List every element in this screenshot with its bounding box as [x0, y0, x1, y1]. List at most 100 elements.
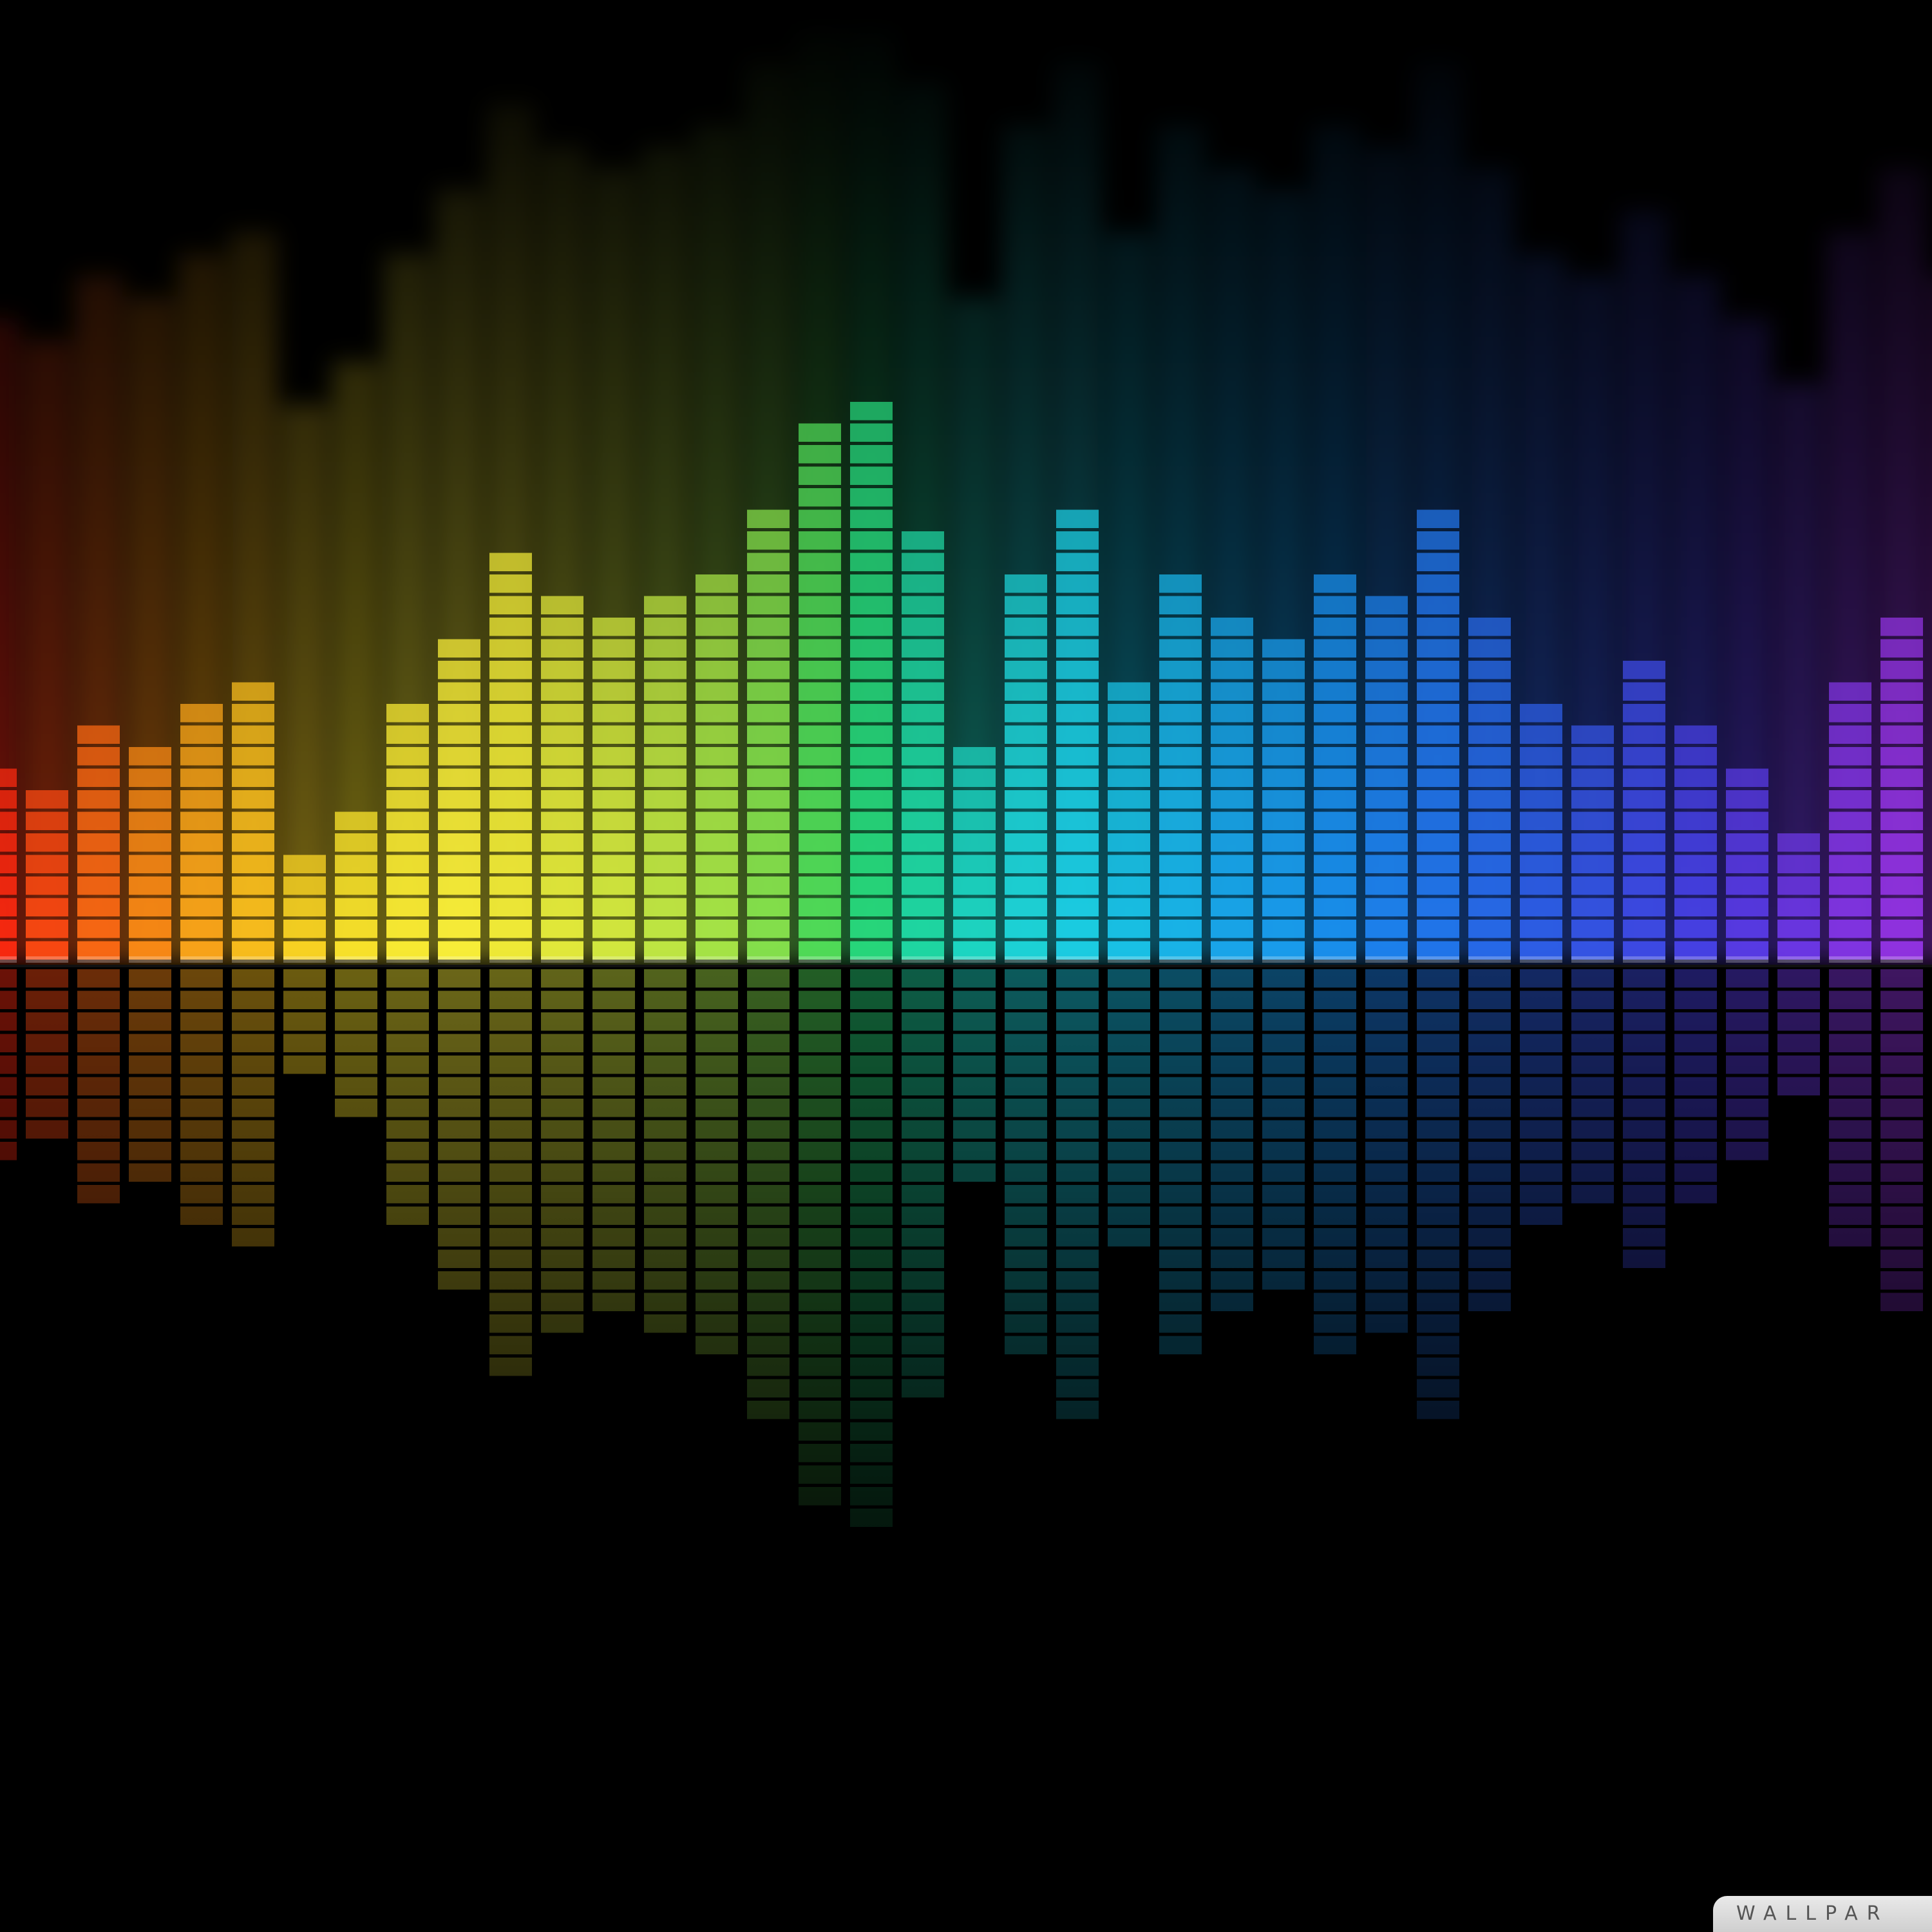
- reflection-segment: [644, 1056, 687, 1074]
- bar-segment: [283, 876, 326, 895]
- bar-segment: [747, 531, 790, 550]
- reflection-segment: [386, 1056, 429, 1074]
- bar-segment: [1005, 855, 1047, 873]
- bar-segment: [489, 574, 532, 593]
- equalizer-bar: [283, 855, 326, 963]
- bar-segment: [1674, 898, 1717, 916]
- reflection-segment: [1520, 1120, 1562, 1139]
- reflection-segment: [77, 969, 120, 988]
- equalizer-bar: [386, 704, 429, 963]
- bar-segment: [953, 920, 996, 938]
- bar-segment: [1468, 747, 1511, 766]
- reflection-segment: [1417, 1077, 1459, 1095]
- reflection-segment: [232, 1056, 274, 1074]
- reflection-segment: [1056, 1379, 1099, 1397]
- equalizer-bar-reflection: [283, 969, 326, 1074]
- bar-segment: [1726, 920, 1768, 938]
- bar-segment: [747, 790, 790, 809]
- reflection-segment: [283, 969, 326, 988]
- bar-segment: [1262, 639, 1305, 658]
- bar-segment: [1880, 920, 1923, 938]
- reflection-segment: [438, 1249, 480, 1268]
- reflection-segment: [1056, 1249, 1099, 1268]
- bar-segment: [1005, 596, 1047, 614]
- reflection-segment: [541, 1142, 583, 1160]
- bar-segment: [1623, 920, 1665, 938]
- reflection-segment: [335, 1077, 377, 1095]
- equalizer-bar: [1211, 618, 1253, 963]
- bar-segment: [489, 833, 532, 852]
- bar-glow: [1775, 383, 1823, 963]
- bar-segment: [386, 898, 429, 916]
- bar-segment: [850, 790, 893, 809]
- bar-segment: [1777, 876, 1820, 895]
- bar-segment: [1468, 855, 1511, 873]
- reflection-segment: [1211, 1077, 1253, 1095]
- bar-segment: [1726, 898, 1768, 916]
- bar-segment: [696, 833, 738, 852]
- reflection-segment: [1056, 1358, 1099, 1376]
- bar-segment: [489, 876, 532, 895]
- reflection-segment: [335, 1056, 377, 1074]
- reflection-segment: [26, 1034, 68, 1052]
- reflection-segment: [1005, 990, 1047, 1009]
- bar-segment: [1056, 768, 1099, 787]
- bar-segment: [1262, 790, 1305, 809]
- bar-segment: [541, 768, 583, 787]
- reflection-segment: [1005, 1206, 1047, 1225]
- reflection-segment: [799, 969, 841, 988]
- bar-glow: [229, 231, 277, 963]
- bar-segment: [850, 833, 893, 852]
- bar-segment: [1777, 833, 1820, 852]
- bar-segment: [335, 855, 377, 873]
- reflection-segment: [1262, 1271, 1305, 1290]
- reflection-segment: [1520, 1034, 1562, 1052]
- reflection-segment: [1468, 1142, 1511, 1160]
- bar-segment: [489, 855, 532, 873]
- reflection-segment: [0, 1142, 17, 1160]
- bar-segment: [1159, 811, 1202, 830]
- reflection-segment: [1674, 1163, 1717, 1182]
- reflection-segment: [1880, 990, 1923, 1009]
- bar-segment: [1262, 855, 1305, 873]
- reflection-segment: [592, 1249, 635, 1268]
- reflection-segment: [1211, 1012, 1253, 1031]
- bar-segment: [1108, 833, 1150, 852]
- reflection-segment: [1777, 1077, 1820, 1095]
- bar-segment: [1005, 768, 1047, 787]
- bar-segment: [1417, 682, 1459, 701]
- reflection-segment: [644, 1185, 687, 1204]
- reflection-segment: [335, 1034, 377, 1052]
- bar-segment: [541, 855, 583, 873]
- bar-segment: [902, 833, 944, 852]
- bar-segment: [696, 639, 738, 658]
- reflection-segment: [386, 1012, 429, 1031]
- bar-segment: [1262, 833, 1305, 852]
- bar-base-highlight: [438, 956, 480, 963]
- reflection-segment: [1417, 1206, 1459, 1225]
- reflection-segment: [1623, 1142, 1665, 1160]
- reflection-segment: [1365, 1034, 1408, 1052]
- reflection-segment: [1674, 1034, 1717, 1052]
- bar-segment: [1159, 790, 1202, 809]
- reflection-segment: [1314, 1314, 1356, 1333]
- reflection-segment: [1520, 1163, 1562, 1182]
- reflection-segment: [1314, 1185, 1356, 1204]
- reflection-segment: [1314, 1142, 1356, 1160]
- reflection-segment: [1365, 1056, 1408, 1074]
- reflection-segment: [489, 990, 532, 1009]
- reflection-segment: [1159, 1163, 1202, 1182]
- bar-segment: [696, 790, 738, 809]
- bar-segment: [1159, 661, 1202, 679]
- equalizer-bar: [747, 509, 790, 963]
- bar-segment: [902, 661, 944, 679]
- bar-segment: [644, 876, 687, 895]
- equalizer-bar: [1726, 768, 1768, 963]
- reflection-segment: [129, 969, 171, 988]
- bar-segment: [180, 833, 223, 852]
- bar-segment: [799, 596, 841, 614]
- bar-segment: [1108, 790, 1150, 809]
- bar-segment: [386, 725, 429, 744]
- bar-segment: [592, 618, 635, 636]
- equalizer-bar: [1005, 574, 1047, 963]
